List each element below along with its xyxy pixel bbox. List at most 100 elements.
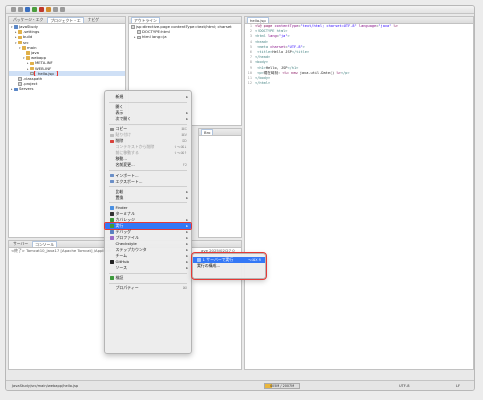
nav-back-icon[interactable] — [53, 7, 58, 12]
menu-item-label: Finder — [115, 204, 128, 210]
menu-item-label: ターミナル — [115, 210, 135, 216]
code-text: <p>現在時刻: <%= new java.util.Date() %></p> — [257, 70, 350, 75]
code-line: 12 </html> — [245, 81, 473, 86]
eclipse-window: パッケージ・エク プロジェクト・エ ナビゲ ▾ JavaStudy ▸ .settin… — [5, 5, 475, 391]
folder-icon — [30, 66, 34, 71]
menu-item-label: 前に移動する — [115, 150, 139, 156]
code-text: <head> — [255, 39, 268, 44]
finder-icon — [110, 206, 114, 210]
menu-spacer — [110, 196, 114, 200]
outline-item[interactable]: ▸ html lang=ja — [129, 34, 241, 39]
menu-spacer — [110, 158, 114, 162]
run-icon[interactable] — [32, 7, 37, 12]
code-text: <body> — [255, 60, 268, 65]
menu-item-label: 比較 — [115, 188, 124, 194]
menu-item-label: コンテキストから削除 — [115, 144, 155, 150]
debug-icon[interactable] — [25, 7, 30, 12]
encoding-label: UTF-8 — [399, 383, 410, 388]
tab-hello-jsp[interactable]: hello.jsp — [247, 17, 269, 23]
editor-tabbar: hello.jsp — [245, 17, 473, 24]
run-icon — [110, 224, 114, 228]
menu-item[interactable]: 次で開く ▸ — [105, 116, 191, 122]
validate-icon — [110, 276, 114, 280]
tab-browser[interactable]: Bro — [201, 129, 214, 135]
menu-spacer — [110, 254, 114, 258]
menu-item-label: 表示 — [115, 110, 124, 116]
menu-spacer — [110, 111, 114, 115]
menu-item[interactable]: 名前変更... F2 — [105, 162, 191, 168]
menu-item-label: 移動... — [115, 156, 128, 162]
menu-spacer — [110, 117, 114, 121]
browser-panel: Bro — [198, 128, 242, 238]
project-icon — [14, 87, 18, 91]
menu-spacer — [110, 242, 114, 246]
menu-item-label: エクスポート... — [115, 178, 143, 184]
menu-item[interactable]: エクスポート... — [105, 179, 191, 185]
save-icon[interactable] — [18, 7, 23, 12]
menu-item[interactable]: 新規 ▸ — [105, 94, 191, 100]
menu-item-label: プロパティー — [115, 285, 139, 291]
code-text: </body> — [255, 75, 271, 80]
menu-spacer — [110, 287, 114, 291]
explorer-tabbar: パッケージ・エク プロジェクト・エ ナビゲ — [9, 17, 125, 24]
tab-navigator[interactable]: ナビゲ — [86, 17, 101, 23]
menu-item-label: 開く — [115, 104, 124, 110]
run-configurations-item[interactable]: 実行の構成... — [193, 263, 265, 269]
paste-icon — [110, 133, 114, 138]
menu-item-label: カバレッジ — [115, 216, 135, 222]
tab-project-explorer[interactable]: プロジェクト・エ — [47, 17, 84, 23]
profile-icon — [110, 236, 114, 240]
status-path: JavaStudy/src/main/webapp/hello.jsp — [12, 383, 79, 388]
menu-item-label: 次で開く — [115, 116, 132, 122]
menu-separator — [109, 202, 187, 204]
debug-icon — [110, 230, 114, 234]
menu-separator — [109, 282, 187, 284]
line-delimiter-label: LF — [456, 383, 461, 388]
code-text: <meta charset="UTF-8"> — [257, 44, 305, 49]
tab-servers[interactable]: サーバー — [11, 241, 30, 247]
coverage-icon — [110, 218, 114, 222]
export-icon — [110, 179, 114, 184]
menu-item[interactable]: 検証 — [105, 275, 191, 281]
menu-spacer — [110, 105, 114, 109]
menu-spacer — [110, 190, 114, 194]
menu-item[interactable]: ソース ▸ — [105, 265, 191, 271]
submenu-arrow-icon: ▸ — [186, 265, 188, 270]
main-toolbar — [6, 6, 474, 14]
code-text: <%@ page contentType="text/html; charset… — [255, 24, 398, 28]
menu-item[interactable]: プロパティー ⌘I — [105, 285, 191, 291]
tree-item-label: WEB-INF — [35, 65, 52, 71]
menu-item[interactable]: 置換 ▸ — [105, 195, 191, 201]
folder-icon — [30, 61, 34, 66]
menu-item-label: コピー — [115, 126, 128, 132]
stop-icon[interactable] — [39, 7, 44, 12]
nav-forward-icon[interactable] — [60, 7, 65, 12]
menu-spacer — [110, 164, 114, 168]
tab-console[interactable]: コンソール — [32, 241, 58, 247]
menu-spacer — [110, 266, 114, 270]
menu-item-label: GitHub — [115, 258, 129, 264]
code-text: </head> — [255, 55, 271, 60]
html-element-icon — [137, 35, 141, 40]
search-icon[interactable] — [46, 7, 51, 12]
menu-item-label: 実行 — [115, 222, 124, 228]
new-icon[interactable] — [11, 7, 16, 12]
copy-icon — [110, 127, 114, 132]
delete-icon — [110, 139, 114, 144]
code-area[interactable]: 1 <%@ page contentType="text/html; charse… — [245, 24, 473, 86]
folder-icon — [18, 40, 22, 45]
menu-item-label: 名前変更... — [115, 162, 135, 168]
menu-item-label: 検証 — [115, 275, 124, 281]
directive-icon — [131, 25, 135, 29]
menu-separator — [109, 169, 187, 171]
tab-outline[interactable]: アウトライン — [131, 17, 160, 23]
line-number: 12 — [247, 81, 252, 86]
menu-spacer — [110, 95, 114, 99]
menu-item-label: チーム — [115, 252, 128, 258]
heap-status[interactable]: 405M / 2007M — [264, 383, 300, 389]
menu-item-label: 新規 — [115, 94, 124, 99]
tab-package-explorer[interactable]: パッケージ・エク — [11, 17, 45, 23]
code-text: </html> — [255, 81, 271, 86]
project-tree: ▾ JavaStudy ▸ .settings ▸ build ▾ src ▾ main java ▾… — [9, 24, 125, 91]
code-text: <!DOCTYPE html> — [255, 29, 288, 34]
